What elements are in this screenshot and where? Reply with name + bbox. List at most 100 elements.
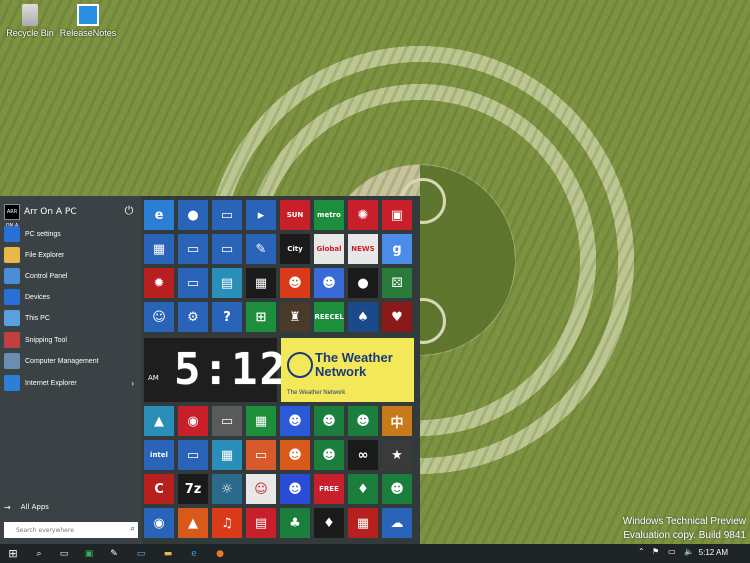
disk-tile[interactable]: ▭ (178, 440, 208, 470)
tile-glyph: ☺ (152, 309, 166, 325)
emoji-tile[interactable]: ☺ (246, 474, 276, 504)
solitaire-tile[interactable]: ♠ (348, 302, 378, 332)
eye-tile[interactable]: ◉ (144, 508, 174, 538)
all-apps-button[interactable]: → All Apps (4, 500, 138, 514)
camera-tile[interactable]: ◉ (178, 406, 208, 436)
game8-tile[interactable]: ♦ (314, 508, 344, 538)
weather2-tile[interactable]: ☼ (212, 474, 242, 504)
recycle-bin-desktop-icon[interactable]: Recycle Bin (0, 4, 60, 38)
calculator-tile[interactable]: ▦ (246, 268, 276, 298)
google-tile[interactable]: g (382, 234, 412, 264)
chess-tile[interactable]: ♜ (280, 302, 310, 332)
free-game-tile[interactable]: FREE (314, 474, 344, 504)
sun-news-tile[interactable]: SUN (280, 200, 310, 230)
game1-tile[interactable]: ☻ (280, 268, 310, 298)
firefox-tile[interactable]: ● (178, 200, 208, 230)
internet-explorer-button[interactable]: e (186, 546, 202, 561)
menu-item-devices[interactable]: Devices (4, 287, 138, 307)
menu-item-internet-explorer[interactable]: Internet Explorer › (4, 373, 138, 393)
freecell-tile[interactable]: FREECELL (314, 302, 344, 332)
intel-tile[interactable]: intel (144, 440, 174, 470)
firefox-button[interactable]: ● (212, 546, 228, 561)
notes-tile[interactable]: ▤ (212, 268, 242, 298)
gray-tile[interactable]: ▭ (212, 406, 242, 436)
menu-item-this-pc[interactable]: This PC (4, 308, 138, 328)
xbox-game2-tile[interactable]: ☻ (348, 406, 378, 436)
bug-tile[interactable]: ✹ (144, 268, 174, 298)
menu-item-file-explorer[interactable]: File Explorer (4, 245, 138, 265)
volume-icon[interactable]: 🔈 (684, 547, 694, 556)
apps-tile[interactable]: ▦ (212, 440, 242, 470)
photos-tile[interactable]: ▲ (144, 406, 174, 436)
city-tile[interactable]: City (280, 234, 310, 264)
display-tile[interactable]: ▭ (178, 234, 208, 264)
news-tile[interactable]: ▤ (246, 508, 276, 538)
menu-item-control-panel[interactable]: Control Panel (4, 266, 138, 286)
release-notes-desktop-icon[interactable]: ReleaseNotes (58, 4, 118, 38)
weather-network-tile[interactable]: The Weather Network The Weather Network (281, 338, 414, 402)
chevron-up-icon[interactable]: ⌃ (638, 547, 645, 556)
game5-tile[interactable]: ∞ (348, 440, 378, 470)
chevron-right-icon[interactable]: › (131, 379, 134, 388)
game6-tile[interactable]: ★ (382, 440, 412, 470)
desktop-tile[interactable]: ▦ (144, 234, 174, 264)
global-news-tile[interactable]: Global (314, 234, 344, 264)
office-tile[interactable]: ▭ (246, 440, 276, 470)
tools-button[interactable]: ✎ (106, 546, 122, 561)
space-game-tile[interactable]: ♦ (348, 474, 378, 504)
clock-tile[interactable]: AM 5:12 (144, 338, 286, 402)
control-panel-icon (4, 268, 20, 284)
start-button[interactable]: ⊞ (5, 546, 21, 561)
cbc-news-tile[interactable]: NEWS (348, 234, 378, 264)
xbox-game-tile[interactable]: ☻ (314, 406, 344, 436)
onedrive-tile[interactable]: ☁ (382, 508, 412, 538)
minions-tile[interactable]: ☻ (280, 406, 310, 436)
game3-tile[interactable]: ☻ (280, 440, 310, 470)
search-input[interactable]: Search everywhere ⌕ (4, 522, 138, 538)
powershell-tile[interactable]: ▸ (246, 200, 276, 230)
game4-tile[interactable]: ☻ (314, 440, 344, 470)
headphones-tile[interactable]: ♫ (212, 508, 242, 538)
menu-item-snipping-tool[interactable]: Snipping Tool (4, 330, 138, 350)
remote-desktop-tile[interactable]: ▭ (212, 200, 242, 230)
taskbar-clock[interactable]: 5:12 AM (699, 548, 728, 557)
people-tile[interactable]: ☺ (144, 302, 174, 332)
network-icon[interactable]: ▭ (668, 547, 676, 556)
dice-tile[interactable]: ⚄ (382, 268, 412, 298)
search-button[interactable]: ⌕ (31, 546, 47, 561)
explorer-button[interactable]: ▬ (160, 546, 176, 561)
game9-tile[interactable]: ▦ (348, 508, 378, 538)
ccleaner-tile[interactable]: C (144, 474, 174, 504)
store-tile[interactable]: ⊞ (246, 302, 276, 332)
video-tile[interactable]: ▣ (382, 200, 412, 230)
monitor-tile[interactable]: ▭ (178, 268, 208, 298)
network-tile[interactable]: ▭ (212, 234, 242, 264)
power-icon[interactable]: ⏻ (122, 204, 136, 218)
internet-explorer-tile[interactable]: e (144, 200, 174, 230)
vlc-tile[interactable]: ▲ (178, 508, 208, 538)
user-account[interactable]: ARR ON A PC Arr On A PC (4, 202, 138, 243)
remote-button[interactable]: ▭ (133, 546, 149, 561)
7zip-tile[interactable]: 7z (178, 474, 208, 504)
feed-tile[interactable]: ▦ (246, 406, 276, 436)
mahjong-tile[interactable]: 中 (382, 406, 412, 436)
cards-tile[interactable]: ♥ (382, 302, 412, 332)
cbc-tile[interactable]: ✺ (348, 200, 378, 230)
backgammon-tile[interactable]: ● (348, 268, 378, 298)
store-button[interactable]: ▣ (81, 546, 97, 561)
help-tile[interactable]: ? (212, 302, 242, 332)
solitaire2-tile[interactable]: ♣ (280, 508, 310, 538)
menu-item-pc-settings[interactable]: PC settings (4, 224, 138, 244)
tile-glyph: ● (357, 275, 369, 291)
task-view-button[interactable]: ▭ (56, 546, 72, 561)
tile-glyph: ♠ (357, 309, 369, 325)
paint-tile[interactable]: ✎ (246, 234, 276, 264)
game2-tile[interactable]: ☻ (314, 268, 344, 298)
menu-item-computer-management[interactable]: Computer Management (4, 351, 138, 371)
settings-tile[interactable]: ⚙ (178, 302, 208, 332)
tile-glyph: ▦ (152, 241, 166, 257)
sonic-tile[interactable]: ☻ (280, 474, 310, 504)
metro-tile[interactable]: metro (314, 200, 344, 230)
game7-tile[interactable]: ☻ (382, 474, 412, 504)
action-center-flag-icon[interactable]: ⚑ (652, 547, 659, 556)
